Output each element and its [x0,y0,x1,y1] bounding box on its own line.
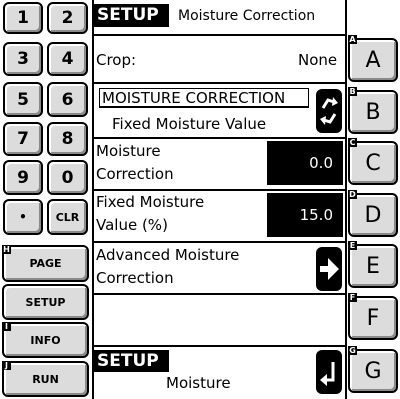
info-key-tag: I [2,322,11,331]
info-button[interactable]: INFO [2,322,89,358]
key-2[interactable]: 2 [47,2,88,34]
mode-title: MOISTURE CORRECTION [99,88,309,108]
footer-subtitle: Moisture [166,374,231,392]
softkey-b-label: B [365,99,381,125]
softkey-g-label: G [364,358,382,384]
softkey-d-label: D [364,202,382,228]
softkey-b-tag: B [348,87,357,96]
crop-divider [93,82,346,84]
cycle-icon[interactable] [316,89,342,133]
moisture-correction-label-2: Correction [96,165,174,183]
key-6[interactable]: 6 [47,82,88,117]
setup-button[interactable]: SETUP [2,284,89,320]
fixed-moisture-label-1: Fixed Moisture [96,193,205,211]
softkey-d[interactable]: D [348,193,398,237]
softkey-c[interactable]: C [348,141,398,185]
fixed-moisture-label-2: Value (%) [96,216,168,234]
fixed-moisture-value[interactable]: 15.0 [267,193,343,237]
softkey-c-tag: C [348,138,357,147]
page-button[interactable]: PAGE [2,245,89,282]
key-8[interactable]: 8 [47,122,88,156]
key-0[interactable]: 0 [47,160,88,195]
crop-value: None [298,51,338,69]
advanced-moisture-label-2: Correction [96,269,174,287]
key-9[interactable]: 9 [3,160,43,195]
return-icon[interactable] [316,350,342,394]
softkey-e-label: E [366,253,380,279]
page-key-tag: H [2,245,11,254]
softkey-f-label: F [366,305,380,331]
header-badge: SETUP [94,4,169,27]
softkey-f[interactable]: F [348,296,398,340]
softkey-e-tag: E [348,241,357,250]
setup-button-label: SETUP [25,295,66,309]
advanced-divider [93,293,346,295]
key-4[interactable]: 4 [47,42,88,76]
softkey-a-label: A [365,47,381,73]
key-1[interactable]: 1 [3,2,43,34]
softkey-g-tag: G [348,346,357,355]
page-title: Moisture Correction [178,8,316,24]
softkey-g[interactable]: G [348,349,398,393]
crop-label: Crop: [96,51,137,69]
fixed-moisture-divider [93,241,346,243]
key-7[interactable]: 7 [3,122,43,156]
footer-divider [93,345,346,347]
mode-divider [93,137,346,139]
mode-value: Fixed Moisture Value [112,115,267,133]
softkey-e[interactable]: E [348,244,398,288]
screen-left-border [92,0,94,399]
key-clear[interactable]: CLR [47,199,88,235]
softkey-b[interactable]: B [348,90,398,134]
info-button-label: INFO [30,333,61,347]
softkey-a[interactable]: A [348,38,398,82]
softkey-c-label: C [365,150,381,176]
footer-badge: SETUP [94,350,169,372]
run-key-tag: J [2,361,11,370]
run-button[interactable]: RUN [2,361,89,397]
advanced-moisture-label-1: Advanced Moisture [96,246,240,264]
key-decimal[interactable]: • [3,199,43,235]
moisture-correction-value[interactable]: 0.0 [267,141,343,185]
header-divider [93,34,346,36]
key-3[interactable]: 3 [3,42,43,76]
moisture-correction-divider [93,189,346,191]
softkey-d-tag: D [348,190,357,199]
run-button-label: RUN [32,372,59,386]
arrow-right-icon[interactable] [316,247,342,291]
moisture-correction-label-1: Moisture [96,142,161,160]
softkey-a-tag: A [348,35,357,44]
softkey-f-tag: F [348,293,357,302]
key-5[interactable]: 5 [3,82,43,117]
page-button-label: PAGE [29,257,62,270]
screen-right-border [345,0,347,399]
